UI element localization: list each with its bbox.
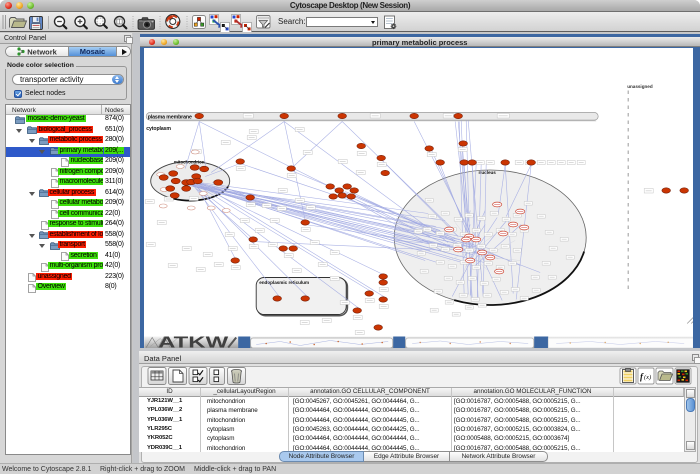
svg-text:unassigned: unassigned [627,84,653,89]
svg-text:mitochondrion: mitochondrion [174,159,205,164]
svg-text:ATKW: ATKW [158,334,229,347]
svg-text:(x): (x) [644,374,651,381]
svg-text:cytoplasm: cytoplasm [146,126,171,132]
svg-text:plasma membrane: plasma membrane [147,114,191,120]
